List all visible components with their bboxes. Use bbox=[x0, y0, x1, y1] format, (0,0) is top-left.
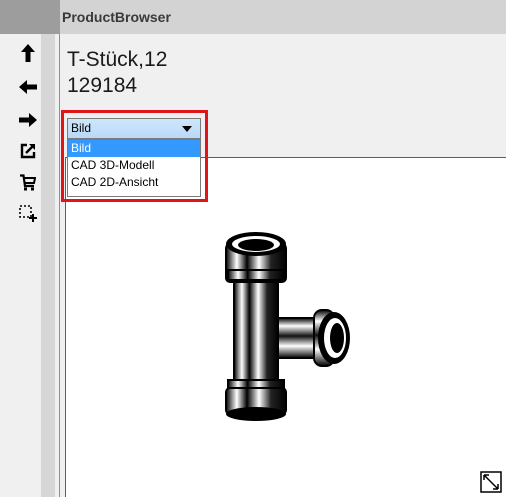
arrow-right-button[interactable] bbox=[0, 107, 56, 133]
window-title: ProductBrowser bbox=[60, 0, 506, 34]
view-type-select[interactable]: Bild bbox=[67, 118, 201, 139]
product-detail-panel: T-Stück,12 129184 Bild Bild CAD 3D-Model… bbox=[60, 34, 506, 497]
add-selection-button[interactable] bbox=[0, 201, 56, 227]
dropdown-option-cad-2d[interactable]: CAD 2D-Ansicht bbox=[68, 174, 200, 191]
dropdown-option-cad-3d[interactable]: CAD 3D-Modell bbox=[68, 157, 200, 174]
product-image bbox=[225, 232, 350, 421]
cart-icon bbox=[20, 173, 36, 190]
cart-button[interactable] bbox=[0, 169, 56, 195]
expand-icon[interactable] bbox=[480, 471, 502, 493]
arrow-up-button[interactable] bbox=[0, 40, 56, 66]
side-toolbar bbox=[0, 34, 60, 497]
title-bar: ProductBrowser bbox=[0, 0, 506, 34]
product-name: T-Stück,12 bbox=[67, 48, 168, 71]
open-external-button[interactable] bbox=[0, 138, 56, 164]
arrow-right-icon bbox=[19, 113, 37, 127]
view-type-dropdown-list: Bild CAD 3D-Modell CAD 2D-Ansicht bbox=[67, 139, 201, 197]
arrow-up-icon bbox=[21, 44, 35, 62]
dropdown-option-bild[interactable]: Bild bbox=[68, 140, 200, 157]
product-number: 129184 bbox=[67, 74, 138, 97]
arrow-left-icon bbox=[19, 80, 37, 94]
chevron-down-icon bbox=[182, 126, 192, 132]
view-type-select-value: Bild bbox=[71, 121, 92, 135]
arrow-left-button[interactable] bbox=[0, 74, 56, 100]
product-image-view bbox=[65, 157, 506, 497]
add-selection-icon bbox=[19, 205, 37, 222]
open-external-icon bbox=[20, 143, 36, 159]
toolbar-separator bbox=[41, 34, 55, 497]
